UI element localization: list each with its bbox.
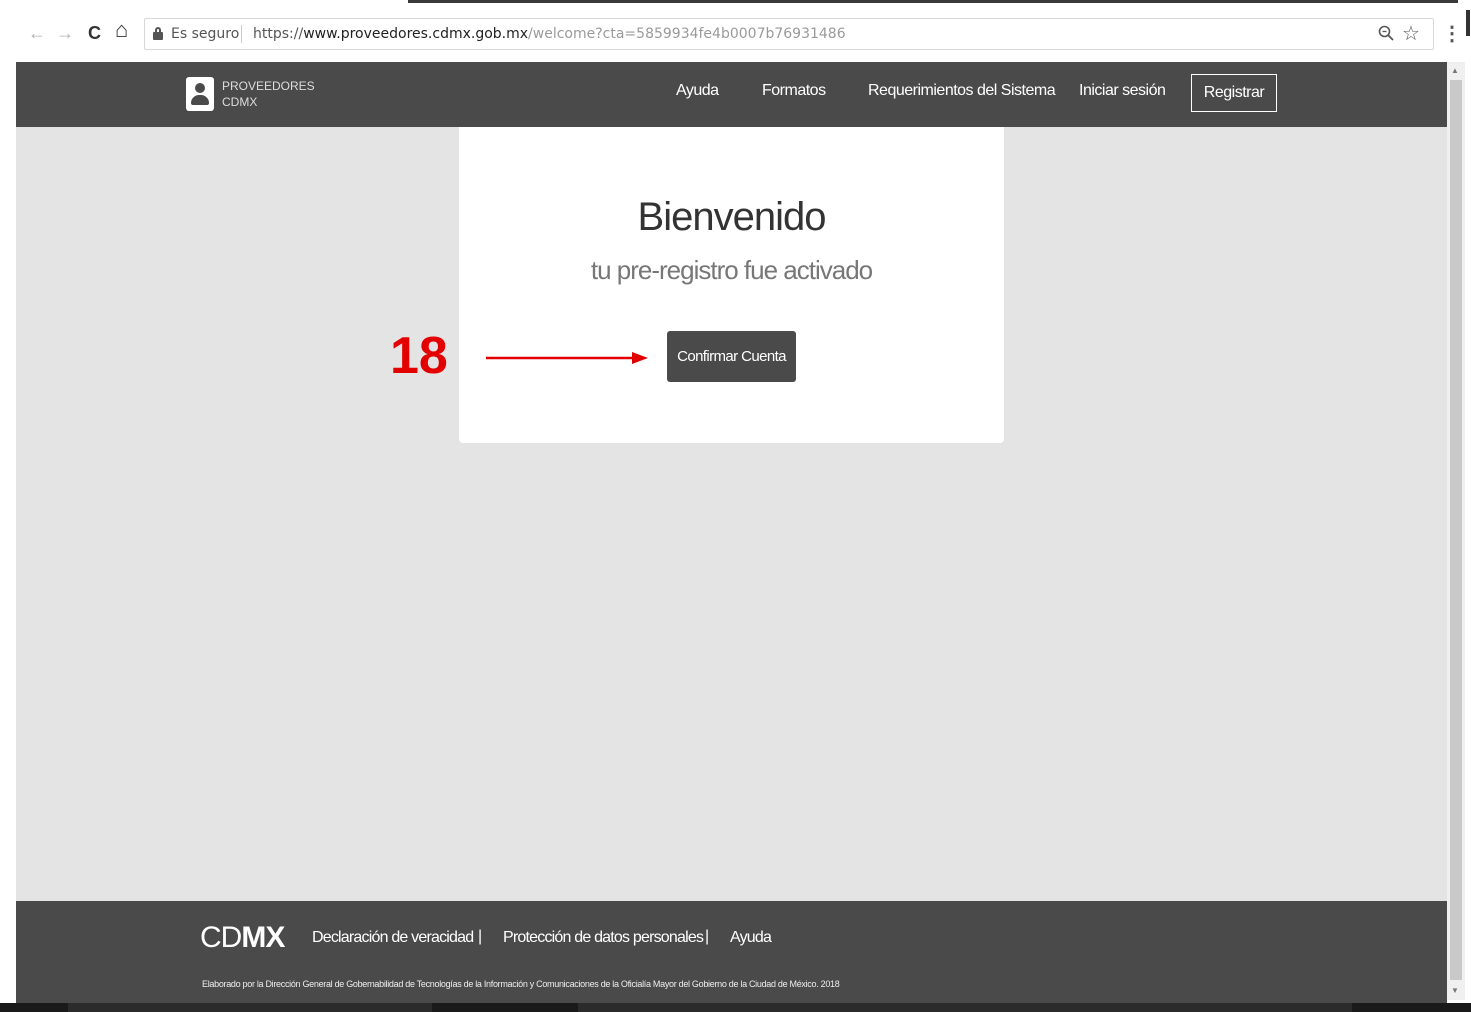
- scroll-down-icon[interactable]: ▼: [1451, 986, 1459, 995]
- logo-line-2: CDMX: [222, 95, 258, 109]
- os-taskbar: [0, 1003, 1471, 1012]
- url-text: https://www.proveedores.cdmx.gob.mx/welc…: [253, 26, 846, 42]
- proveedores-logo-icon[interactable]: [186, 77, 214, 111]
- address-bar[interactable]: Es seguro https://www.proveedores.cdmx.g…: [144, 18, 1434, 50]
- welcome-card: Bienvenido tu pre-registro fue activado …: [459, 127, 1004, 443]
- browser-menu-icon[interactable]: ⋮: [1442, 21, 1462, 46]
- nav-requerimientos[interactable]: Requerimientos del Sistema: [868, 82, 1056, 100]
- nav-ayuda[interactable]: Ayuda: [676, 82, 719, 100]
- scrollbar-thumb[interactable]: [1450, 80, 1462, 980]
- page-scrollbar[interactable]: ▲ ▼: [1447, 62, 1465, 1000]
- footer-separator: |: [705, 928, 710, 945]
- browser-tabstrip: [0, 0, 1471, 8]
- window-left-edge: [0, 62, 16, 1003]
- forward-arrow-icon[interactable]: →: [56, 22, 74, 44]
- welcome-subtitle: tu pre-registro fue activado: [590, 255, 873, 285]
- url-separator: [241, 25, 242, 43]
- lock-icon: [153, 27, 163, 40]
- back-arrow-icon[interactable]: ←: [28, 22, 46, 44]
- home-icon[interactable]: ⌂: [115, 19, 128, 41]
- footer-separator: |: [478, 928, 483, 945]
- annotation-step-number: 18: [390, 327, 448, 385]
- site-header: PROVEEDORES CDMX Ayuda Formatos Requerim…: [16, 62, 1447, 127]
- url-host: www.proveedores.cdmx.gob.mx: [303, 26, 529, 42]
- site-footer: CDMX Declaración de veracidad | Protecci…: [16, 901, 1447, 1005]
- footer-link-datos-personales[interactable]: Protección de datos personales: [503, 929, 704, 947]
- annotation-arrow-icon: [486, 352, 648, 364]
- footer-credit: Elaborado por la Dirección General de Go…: [202, 979, 840, 989]
- footer-logo-bold: MX: [241, 921, 285, 954]
- bookmark-star-icon[interactable]: ☆: [1402, 21, 1420, 46]
- main-content: Bienvenido tu pre-registro fue activado …: [16, 127, 1447, 901]
- confirm-account-button[interactable]: Confirmar Cuenta: [667, 331, 796, 382]
- footer-link-ayuda[interactable]: Ayuda: [730, 929, 772, 947]
- nav-iniciar-sesion[interactable]: Iniciar sesión: [1079, 82, 1166, 100]
- footer-link-veracidad[interactable]: Declaración de veracidad: [312, 929, 474, 947]
- zoom-icon[interactable]: [1378, 25, 1394, 46]
- site-logo-text[interactable]: PROVEEDORES CDMX: [222, 78, 315, 110]
- nav-formatos[interactable]: Formatos: [762, 82, 826, 100]
- reload-icon[interactable]: C: [88, 22, 101, 44]
- cdmx-footer-logo[interactable]: CDMX: [200, 921, 285, 955]
- footer-logo-thin: CD: [200, 921, 242, 954]
- url-scheme: https://: [253, 26, 304, 42]
- register-button[interactable]: Registrar: [1191, 74, 1277, 112]
- window-right-edge: [1465, 0, 1471, 1012]
- welcome-title: Bienvenido: [637, 195, 827, 239]
- screen: { "browser": { "back_icon": "back-arrow-…: [0, 0, 1471, 1012]
- scroll-up-icon[interactable]: ▲: [1451, 66, 1459, 75]
- secure-label: Es seguro: [171, 26, 240, 42]
- url-path: /welcome?cta=5859934fe4b0007b76931486: [528, 26, 846, 42]
- logo-line-1: PROVEEDORES: [222, 79, 315, 93]
